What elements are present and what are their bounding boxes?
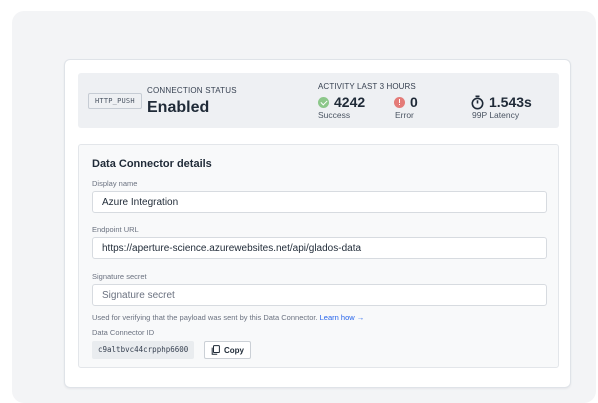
learn-how-link[interactable]: Learn how → bbox=[320, 313, 365, 322]
latency-metric: 1.543s bbox=[471, 94, 532, 110]
stopwatch-icon bbox=[471, 95, 484, 109]
display-name-label: Display name bbox=[92, 179, 138, 188]
error-metric: 0 bbox=[394, 94, 418, 110]
activity-label: ACTIVITY LAST 3 HOURS bbox=[318, 82, 416, 91]
help-text-body: Used for verifying that the payload was … bbox=[92, 313, 318, 322]
success-label: Success bbox=[318, 110, 351, 120]
display-name-input[interactable] bbox=[92, 191, 547, 213]
details-title: Data Connector details bbox=[92, 158, 212, 170]
latency-label: 99P Latency bbox=[472, 110, 520, 120]
page-background-panel: HTTP_PUSH CONNECTION STATUS Enabled ACTI… bbox=[12, 11, 596, 403]
success-count: 4242 bbox=[334, 94, 366, 110]
endpoint-url-label: Endpoint URL bbox=[92, 225, 139, 234]
connection-status-label: CONNECTION STATUS bbox=[147, 86, 237, 95]
alert-circle-icon bbox=[394, 96, 405, 108]
connection-status-bar: HTTP_PUSH CONNECTION STATUS Enabled ACTI… bbox=[78, 73, 559, 128]
connector-details-panel: Data Connector details Display name Endp… bbox=[78, 144, 559, 368]
check-circle-icon bbox=[318, 96, 329, 108]
signature-secret-input[interactable] bbox=[92, 284, 547, 306]
success-metric: 4242 bbox=[318, 94, 365, 110]
copy-label: Copy bbox=[224, 345, 244, 355]
copy-id-button[interactable]: Copy bbox=[204, 341, 251, 359]
endpoint-url-input[interactable] bbox=[92, 237, 547, 259]
data-connector-card: HTTP_PUSH CONNECTION STATUS Enabled ACTI… bbox=[64, 59, 571, 388]
connector-id-label: Data Connector ID bbox=[92, 328, 155, 337]
copy-icon bbox=[211, 345, 220, 355]
error-label: Error bbox=[395, 110, 414, 120]
latency-value: 1.543s bbox=[489, 94, 532, 110]
signature-secret-label: Signature secret bbox=[92, 272, 147, 281]
connection-status-value: Enabled bbox=[147, 99, 210, 116]
signature-help-text: Used for verifying that the payload was … bbox=[92, 313, 364, 322]
connector-id-value: c9altbvc44crpphp6600 bbox=[92, 341, 195, 359]
connector-type-badge: HTTP_PUSH bbox=[88, 93, 142, 109]
error-count: 0 bbox=[410, 94, 418, 110]
